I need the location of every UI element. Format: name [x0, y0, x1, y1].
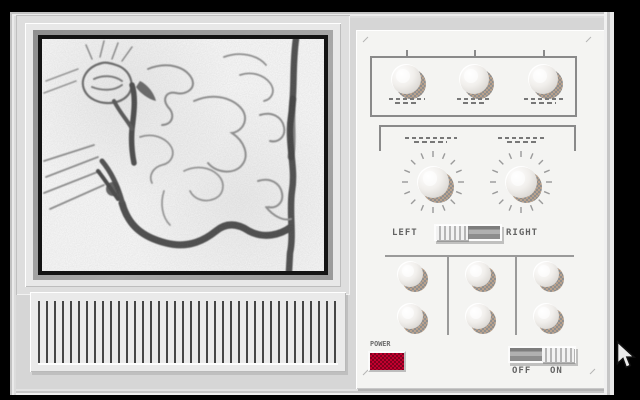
illegible-knob-label [524, 98, 564, 104]
edge-highlight [610, 12, 614, 395]
speaker-slats [38, 301, 338, 365]
power-indicator-light [368, 351, 406, 372]
knob-grid-2[interactable] [465, 261, 496, 292]
frame-tick [474, 50, 476, 58]
grid-divider [447, 255, 449, 335]
power-label: POWER [370, 340, 391, 348]
frame-tick [543, 50, 545, 58]
grid-divider [515, 255, 517, 335]
mouse-cursor [616, 340, 636, 369]
power-switch-on-label: ON [550, 366, 563, 376]
knob-top-1[interactable] [391, 64, 426, 99]
power-switch[interactable] [508, 346, 576, 363]
knob-face [397, 261, 423, 287]
knob-face [533, 303, 559, 329]
knob-grid-6[interactable] [533, 303, 564, 334]
balance-left-label: LEFT [392, 228, 418, 238]
tuning-knob-1[interactable] [417, 166, 454, 203]
slider-track [466, 226, 500, 239]
illegible-section-label [405, 137, 457, 143]
angiogram-image [42, 39, 324, 271]
illegible-section-label [498, 137, 546, 143]
speaker-grille [30, 292, 346, 372]
knob-grid-3[interactable] [533, 261, 564, 292]
screen-root: LEFT RIGHT POWER OFF ON [0, 0, 640, 400]
switch-track [510, 348, 544, 361]
power-switch-off-label: OFF [512, 366, 532, 376]
balance-slider[interactable] [434, 224, 502, 241]
knob-face [465, 261, 491, 287]
knob-face [459, 64, 489, 94]
knob-top-3[interactable] [528, 64, 563, 99]
frame-tick [406, 50, 408, 58]
knob-face [397, 303, 423, 329]
knob-face [391, 64, 421, 94]
balance-right-label: RIGHT [506, 228, 539, 238]
knob-face [533, 261, 559, 287]
switch-handle[interactable] [542, 347, 574, 362]
knob-face [528, 64, 558, 94]
knob-grid-1[interactable] [397, 261, 428, 292]
slider-handle[interactable] [436, 225, 468, 240]
knob-grid-5[interactable] [465, 303, 496, 334]
tv-screen [42, 39, 324, 271]
illegible-knob-label [457, 98, 491, 104]
tuning-knob-2[interactable] [505, 166, 542, 203]
knob-face [417, 166, 449, 198]
knob-face [505, 166, 537, 198]
knob-top-2[interactable] [459, 64, 494, 99]
knob-grid-4[interactable] [397, 303, 428, 334]
knob-face [465, 303, 491, 329]
grid-section-line [385, 255, 574, 257]
illegible-knob-label [389, 98, 425, 104]
